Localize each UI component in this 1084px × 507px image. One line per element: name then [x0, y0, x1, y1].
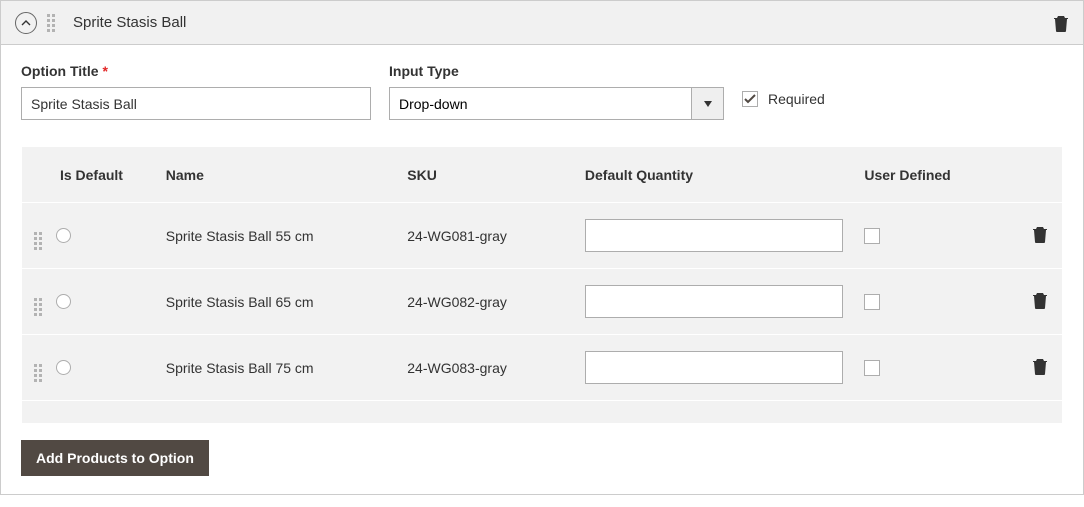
row-sku: 24-WG081-gray — [407, 228, 585, 244]
panel-footer: Add Products to Option — [1, 424, 1083, 494]
panel-title: Sprite Stasis Ball — [73, 14, 1053, 31]
required-star: * — [103, 63, 108, 79]
table-row: Sprite Stasis Ball 55 cm24-WG081-gray — [22, 203, 1062, 269]
default-qty-input[interactable] — [585, 351, 843, 384]
row-name: Sprite Stasis Ball 55 cm — [166, 228, 408, 244]
option-title-label: Option Title* — [21, 63, 371, 79]
input-type-select[interactable]: Drop-down — [389, 87, 691, 120]
table-row: Sprite Stasis Ball 75 cm24-WG083-gray — [22, 335, 1062, 401]
collapse-toggle[interactable] — [15, 12, 37, 34]
required-label: Required — [768, 91, 825, 107]
is-default-radio[interactable] — [56, 294, 71, 309]
bundle-option-panel: Sprite Stasis Ball Option Title* Input T… — [0, 0, 1084, 495]
add-products-button[interactable]: Add Products to Option — [21, 440, 209, 476]
user-defined-checkbox[interactable] — [864, 294, 880, 310]
user-defined-checkbox[interactable] — [864, 228, 880, 244]
row-name: Sprite Stasis Ball 75 cm — [166, 360, 408, 376]
delete-row-icon[interactable] — [1032, 291, 1048, 309]
delete-row-icon[interactable] — [1032, 225, 1048, 243]
delete-option-icon[interactable] — [1053, 14, 1069, 32]
header-name: Name — [166, 167, 408, 183]
required-field: Required — [742, 91, 825, 107]
required-checkbox[interactable] — [742, 91, 758, 107]
default-qty-input[interactable] — [585, 219, 843, 252]
row-drag-handle-icon[interactable] — [34, 298, 42, 316]
option-title-input[interactable] — [21, 87, 371, 120]
panel-body: Option Title* Input Type Drop-down — [1, 45, 1083, 424]
is-default-radio[interactable] — [56, 228, 71, 243]
user-defined-checkbox[interactable] — [864, 360, 880, 376]
delete-row-icon[interactable] — [1032, 357, 1048, 375]
row-sku: 24-WG082-gray — [407, 294, 585, 310]
header-user-defined: User Defined — [864, 167, 1024, 183]
header-default-qty: Default Quantity — [585, 167, 864, 183]
grid-header: Is Default Name SKU Default Quantity Use… — [22, 147, 1062, 203]
row-name: Sprite Stasis Ball 65 cm — [166, 294, 408, 310]
input-type-label: Input Type — [389, 63, 724, 79]
header-is-default: Is Default — [56, 167, 166, 183]
products-grid: Is Default Name SKU Default Quantity Use… — [21, 146, 1063, 424]
chevron-up-icon — [21, 18, 31, 28]
row-sku: 24-WG083-gray — [407, 360, 585, 376]
row-drag-handle-icon[interactable] — [34, 232, 42, 250]
option-title-field: Option Title* — [21, 63, 371, 120]
header-sku: SKU — [407, 167, 585, 183]
select-dropdown-arrow[interactable] — [691, 87, 724, 120]
row-drag-handle-icon[interactable] — [34, 364, 42, 382]
drag-handle-icon[interactable] — [47, 14, 55, 32]
panel-header: Sprite Stasis Ball — [1, 1, 1083, 45]
option-config-row: Option Title* Input Type Drop-down — [21, 63, 1063, 120]
caret-down-icon — [704, 101, 712, 107]
default-qty-input[interactable] — [585, 285, 843, 318]
is-default-radio[interactable] — [56, 360, 71, 375]
table-row: Sprite Stasis Ball 65 cm24-WG082-gray — [22, 269, 1062, 335]
input-type-field: Input Type Drop-down — [389, 63, 724, 120]
